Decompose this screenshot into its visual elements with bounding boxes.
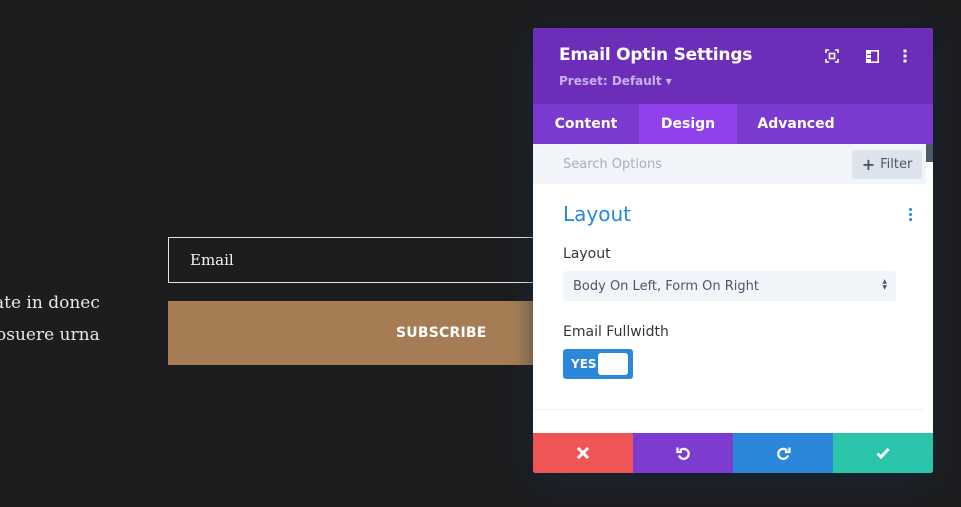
search-options-input[interactable] xyxy=(563,144,843,184)
preset-label: Preset: Default xyxy=(559,74,662,88)
redo-icon xyxy=(776,447,791,460)
modal-title: Email Optin Settings xyxy=(559,45,753,65)
layout-select[interactable]: Body On Left, Form On Right ▲ ▼ xyxy=(563,271,896,301)
search-bar: + Filter xyxy=(533,144,926,184)
body-text-line: ate in donec xyxy=(0,293,100,313)
undo-icon xyxy=(675,447,690,460)
filter-label: Filter xyxy=(880,157,913,172)
more-vertical-icon[interactable] xyxy=(897,48,913,64)
page: ate in donec osuere urna Email SUBSCRIBE… xyxy=(0,0,961,507)
filter-button[interactable]: + Filter xyxy=(852,150,922,179)
discard-button[interactable] xyxy=(533,433,633,473)
select-arrows-icon: ▲ ▼ xyxy=(882,278,887,291)
scrollbar-track xyxy=(926,162,933,432)
redo-button[interactable] xyxy=(733,433,833,473)
close-icon xyxy=(577,447,589,459)
email-fullwidth-toggle[interactable]: YES xyxy=(563,349,633,379)
tab-bar: Content Design Advanced xyxy=(533,104,933,144)
optin-body-text: ate in donec osuere urna xyxy=(0,287,100,351)
toggle-knob xyxy=(598,353,628,375)
email-placeholder: Email xyxy=(190,251,234,269)
caret-down-icon: ▼ xyxy=(665,77,672,86)
sidebar-layout-icon[interactable] xyxy=(864,48,880,64)
email-optin-settings-modal: Email Optin Settings Preset: Default ▼ C… xyxy=(533,28,933,473)
tab-content[interactable]: Content xyxy=(533,104,639,144)
check-icon xyxy=(876,447,890,459)
plus-icon: + xyxy=(861,154,876,174)
layout-select-value: Body On Left, Form On Right xyxy=(573,278,759,294)
save-button[interactable] xyxy=(833,433,933,473)
scrollbar-thumb[interactable] xyxy=(926,144,933,162)
modal-footer xyxy=(533,433,933,473)
tab-advanced[interactable]: Advanced xyxy=(737,104,855,144)
modal-header: Email Optin Settings Preset: Default ▼ xyxy=(533,28,933,104)
toggle-state-label: YES xyxy=(571,357,597,371)
body-text-line: osuere urna xyxy=(0,325,100,345)
section-more-icon[interactable] xyxy=(905,208,915,224)
expand-icon[interactable] xyxy=(824,48,840,64)
preset-dropdown[interactable]: Preset: Default ▼ xyxy=(559,74,672,88)
undo-button[interactable] xyxy=(633,433,733,473)
section-divider xyxy=(533,409,923,410)
email-fullwidth-label: Email Fullwidth xyxy=(563,324,669,340)
tab-design[interactable]: Design xyxy=(639,104,737,144)
layout-field-label: Layout xyxy=(563,246,611,262)
section-title-layout[interactable]: Layout xyxy=(563,202,631,226)
email-input[interactable]: Email xyxy=(168,237,568,283)
